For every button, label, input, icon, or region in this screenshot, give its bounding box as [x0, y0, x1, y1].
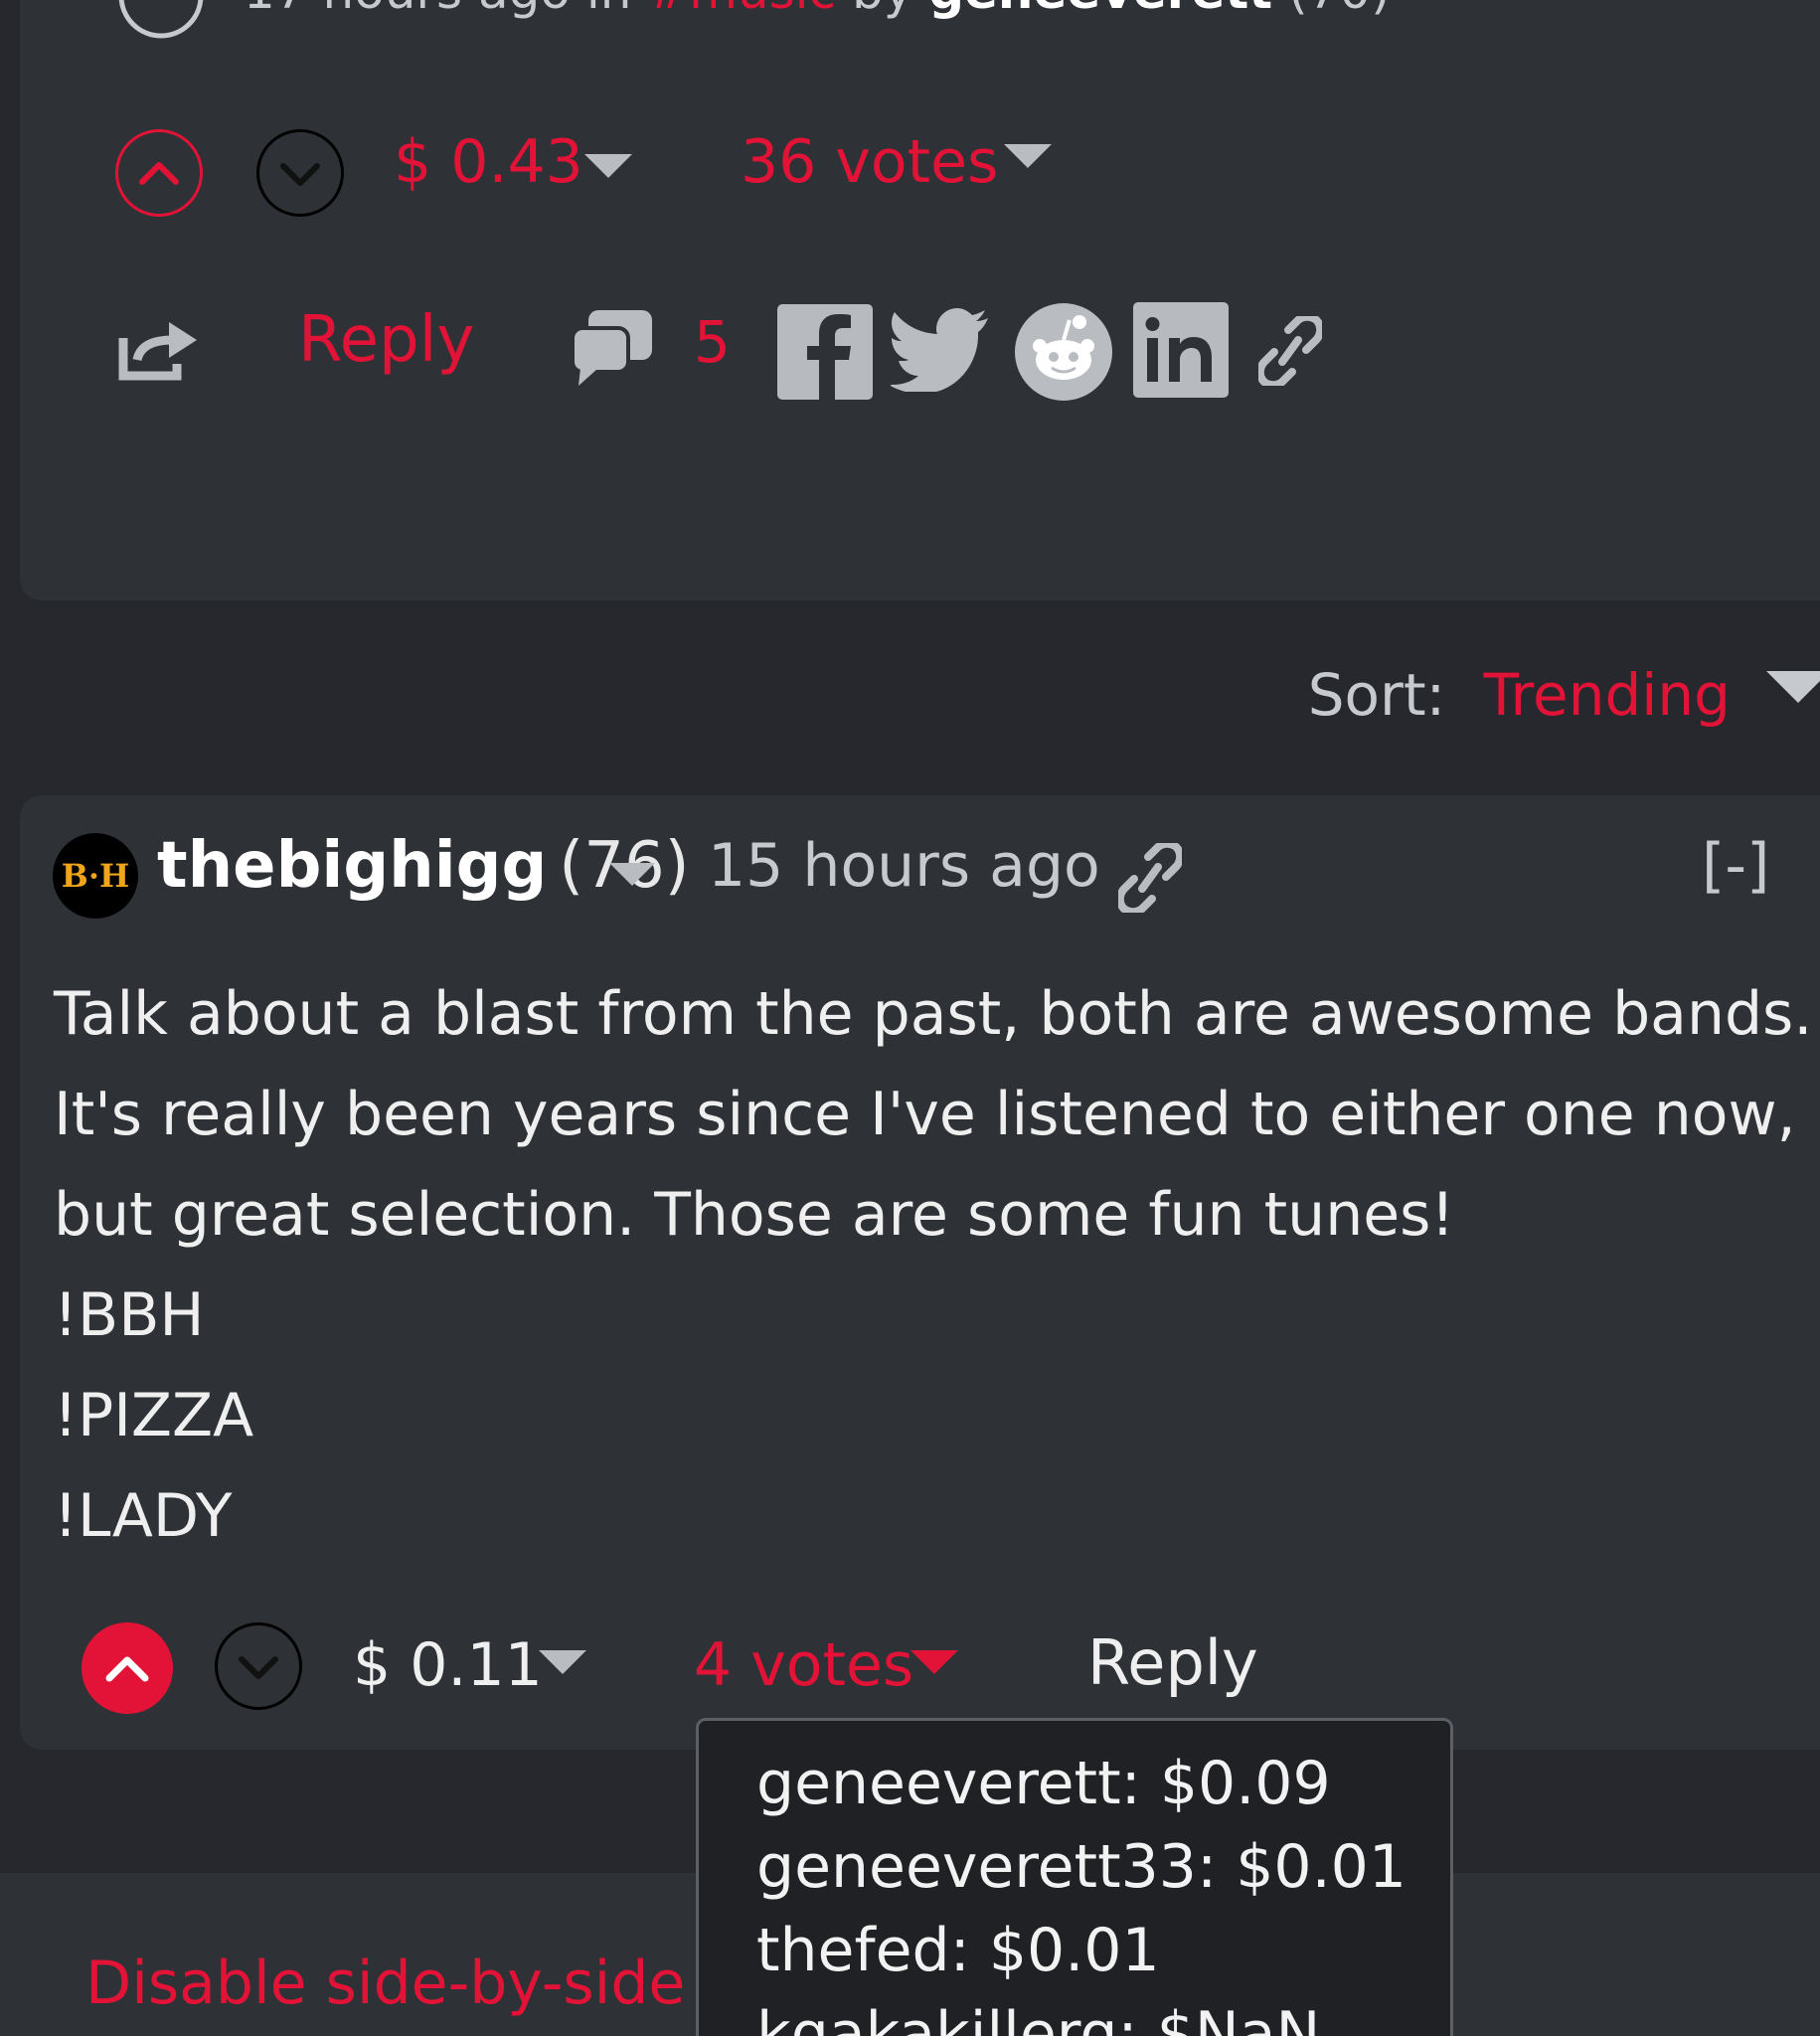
comment-body: Talk about a blast from the past, both a… [54, 964, 1813, 1567]
clock-icon [117, 0, 205, 42]
caret-down-icon[interactable] [609, 863, 655, 886]
downvote-icon [239, 1656, 278, 1679]
link-icon[interactable] [1258, 316, 1322, 386]
upvote-icon [139, 162, 179, 185]
share-icon[interactable] [117, 316, 205, 382]
comment-reply-button[interactable]: Reply [1087, 1626, 1258, 1699]
downvote-icon [280, 163, 320, 186]
post-votes[interactable]: 36 votes [741, 127, 998, 197]
collapse-button[interactable]: [-] [1702, 831, 1769, 901]
facebook-icon[interactable] [777, 304, 873, 400]
link-icon[interactable] [1118, 843, 1182, 913]
twitter-icon[interactable] [891, 308, 990, 392]
voter-row[interactable]: thefed: $0.01 [756, 1916, 1160, 1985]
reddit-icon[interactable] [1014, 302, 1113, 402]
voter-row[interactable]: kgakakillerg: $NaN [756, 1999, 1320, 2036]
caret-down-icon[interactable] [910, 1650, 958, 1674]
sort-control[interactable]: Sort: Trending [1308, 661, 1731, 729]
upvote-button[interactable] [115, 129, 203, 217]
comment-payout[interactable]: $ 0.11 [353, 1630, 543, 1700]
comment-time[interactable]: 15 hours ago [708, 831, 1100, 901]
linkedin-icon[interactable] [1133, 302, 1229, 398]
downvote-button[interactable] [215, 1622, 302, 1710]
page: 17 hours ago in #music by geneeverett (7… [0, 0, 1820, 2036]
caret-down-icon[interactable] [1766, 671, 1820, 703]
comments-icon[interactable] [569, 306, 656, 388]
post-tag-link[interactable]: #music [647, 0, 836, 20]
caret-down-icon[interactable] [1004, 144, 1052, 168]
voter-row[interactable]: geneeverett33: $0.01 [756, 1832, 1406, 1902]
comment-paragraph: !BBH [54, 1280, 205, 1350]
votes-tooltip: geneeverett: $0.09 geneeverett33: $0.01 … [696, 1718, 1453, 2036]
comment-paragraph: Talk about a blast from the past, both a… [54, 979, 1813, 1250]
post-meta: 17 hours ago in #music by geneeverett (7… [244, 0, 1391, 20]
comment-paragraph: !LADY [54, 1481, 233, 1551]
comments-count[interactable]: 5 [694, 308, 731, 376]
upvote-icon [105, 1656, 149, 1682]
caret-down-icon[interactable] [584, 154, 632, 178]
downvote-button[interactable] [256, 129, 344, 217]
post-author-link[interactable]: geneeverett [928, 0, 1272, 20]
sort-value[interactable]: Trending [1484, 661, 1731, 729]
caret-down-icon[interactable] [539, 1650, 586, 1674]
avatar[interactable]: B·H [53, 833, 138, 919]
post-card [20, 0, 1820, 600]
sort-label: Sort: [1307, 661, 1446, 729]
voter-row[interactable]: geneeverett: $0.09 [756, 1749, 1331, 1818]
post-reply-button[interactable]: Reply [298, 303, 474, 377]
comment-paragraph: !PIZZA [54, 1381, 254, 1450]
post-payout[interactable]: $ 0.43 [394, 127, 583, 197]
upvote-button[interactable] [82, 1622, 173, 1714]
comment-votes[interactable]: 4 votes [694, 1630, 913, 1700]
